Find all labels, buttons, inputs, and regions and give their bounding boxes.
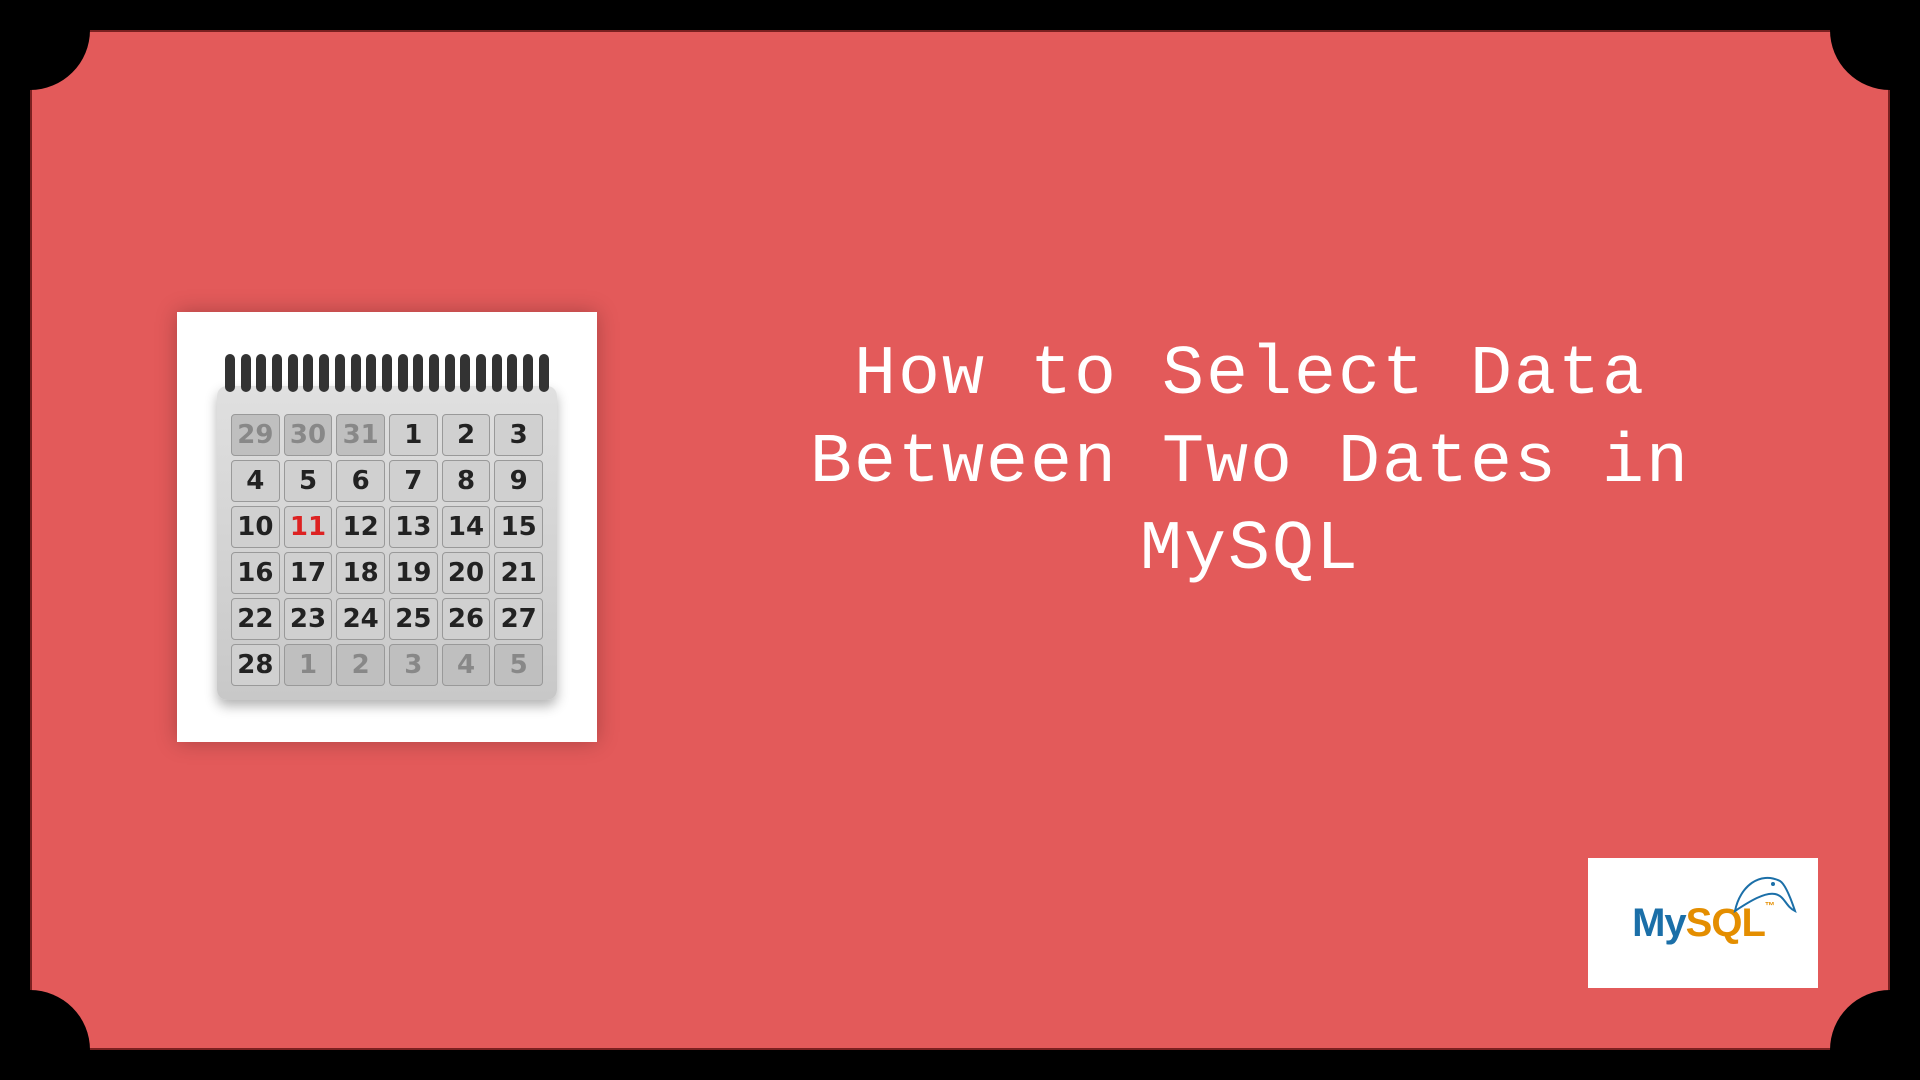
calendar-cell: 7 [389, 460, 438, 502]
calendar-cell: 5 [494, 644, 543, 686]
ring-icon [398, 354, 408, 392]
slide-title: How to Select Data Between Two Dates in … [732, 332, 1768, 595]
calendar-cell: 18 [336, 552, 385, 594]
calendar-cell: 3 [389, 644, 438, 686]
ring-icon [351, 354, 361, 392]
ring-icon [272, 354, 282, 392]
calendar-cell: 13 [389, 506, 438, 548]
calendar-cell: 11 [284, 506, 333, 548]
calendar-cell: 24 [336, 598, 385, 640]
dolphin-icon [1730, 866, 1800, 916]
calendar-cell: 14 [442, 506, 491, 548]
calendar-cell: 30 [284, 414, 333, 456]
slide-content: 2930311234567891011121314151617181920212… [32, 32, 1888, 1048]
ring-icon [335, 354, 345, 392]
calendar-cell: 19 [389, 552, 438, 594]
calendar-cell: 3 [494, 414, 543, 456]
ring-icon [382, 354, 392, 392]
calendar-cell: 4 [231, 460, 280, 502]
ring-icon [507, 354, 517, 392]
calendar-cell: 28 [231, 644, 280, 686]
calendar-cell: 27 [494, 598, 543, 640]
calendar-grid: 2930311234567891011121314151617181920212… [231, 414, 543, 686]
mysql-logo: MySQL™ [1588, 858, 1818, 988]
calendar-cell: 10 [231, 506, 280, 548]
ring-icon [319, 354, 329, 392]
ring-icon [476, 354, 486, 392]
calendar-cell: 20 [442, 552, 491, 594]
slide: 2930311234567891011121314151617181920212… [30, 30, 1890, 1050]
calendar-cell: 6 [336, 460, 385, 502]
calendar-cell: 17 [284, 552, 333, 594]
ring-icon [492, 354, 502, 392]
ring-icon [445, 354, 455, 392]
ring-icon [366, 354, 376, 392]
ring-icon [429, 354, 439, 392]
calendar-cell: 15 [494, 506, 543, 548]
calendar-cell: 26 [442, 598, 491, 640]
calendar-cell: 4 [442, 644, 491, 686]
calendar-cell: 16 [231, 552, 280, 594]
calendar-cell: 25 [389, 598, 438, 640]
ring-icon [523, 354, 533, 392]
calendar-cell: 2 [442, 414, 491, 456]
calendar-cell: 2 [336, 644, 385, 686]
ring-icon [460, 354, 470, 392]
ring-icon [288, 354, 298, 392]
ring-icon [539, 354, 549, 392]
calendar-cell: 5 [284, 460, 333, 502]
calendar-cell: 31 [336, 414, 385, 456]
calendar-cell: 9 [494, 460, 543, 502]
calendar-cell: 1 [389, 414, 438, 456]
calendar-cell: 1 [284, 644, 333, 686]
calendar-cell: 8 [442, 460, 491, 502]
ring-icon [303, 354, 313, 392]
calendar-cell: 29 [231, 414, 280, 456]
calendar-icon: 2930311234567891011121314151617181920212… [177, 312, 597, 742]
calendar-cell: 22 [231, 598, 280, 640]
calendar-cell: 21 [494, 552, 543, 594]
calendar-body: 2930311234567891011121314151617181920212… [217, 386, 557, 700]
calendar: 2930311234567891011121314151617181920212… [217, 354, 557, 700]
ring-icon [225, 354, 235, 392]
ring-icon [413, 354, 423, 392]
ring-icon [256, 354, 266, 392]
mysql-my: My [1632, 901, 1686, 945]
calendar-cell: 12 [336, 506, 385, 548]
calendar-cell: 23 [284, 598, 333, 640]
calendar-rings [217, 354, 557, 392]
ring-icon [241, 354, 251, 392]
